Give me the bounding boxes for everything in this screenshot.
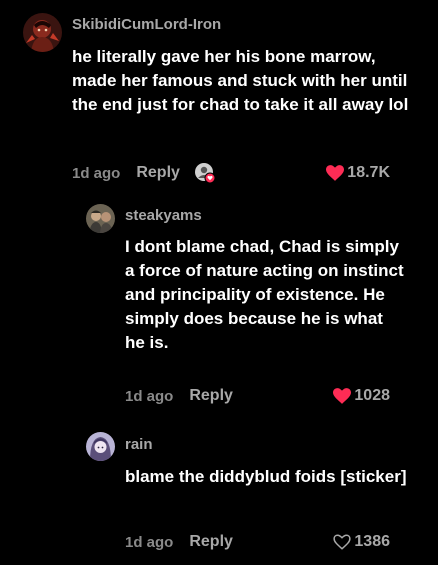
reply-button[interactable]: Reply	[189, 533, 233, 551]
username[interactable]: SkibidiCumLord-Iron	[72, 16, 221, 33]
avatar[interactable]	[86, 432, 115, 461]
heart-filled-icon	[333, 388, 352, 404]
comment-text: blame the diddyblud foids [sticker]	[125, 467, 407, 486]
username[interactable]: steakyams	[125, 207, 202, 224]
reply-button[interactable]: Reply	[189, 387, 233, 405]
comment-text: he literally gave her his bone marrow, m…	[72, 47, 409, 114]
avatar[interactable]	[86, 204, 115, 233]
username[interactable]: rain	[125, 436, 153, 453]
comment-meta: 1d ago Reply	[125, 532, 233, 552]
comment-text: I dont blame chad, Chad is simply a forc…	[125, 237, 404, 352]
heart-filled-icon	[326, 165, 345, 181]
comment-meta: 1d ago Reply	[125, 386, 233, 406]
timestamp: 1d ago	[72, 164, 121, 182]
avatar[interactable]	[23, 13, 62, 52]
comment-meta: 1d ago Reply	[72, 162, 216, 184]
comment: SkibidiCumLord-Iron he literally gave he…	[0, 0, 438, 195]
like-count: 1386	[354, 533, 390, 550]
reply-button[interactable]: Reply	[136, 164, 180, 182]
reply-comment: steakyams I dont blame chad, Chad is sim…	[0, 195, 438, 420]
heart-outline-icon	[333, 534, 352, 550]
like-button[interactable]: 1386	[333, 532, 390, 552]
like-button[interactable]: 1028	[333, 386, 390, 406]
creator-liked-badge	[194, 162, 216, 184]
timestamp: 1d ago	[125, 533, 174, 551]
like-count: 1028	[354, 387, 390, 404]
timestamp: 1d ago	[125, 387, 174, 405]
like-button[interactable]: 18.7K	[326, 163, 390, 183]
like-count: 18.7K	[347, 164, 390, 181]
reply-comment: rain blame the diddyblud foids [sticker]…	[0, 420, 438, 565]
